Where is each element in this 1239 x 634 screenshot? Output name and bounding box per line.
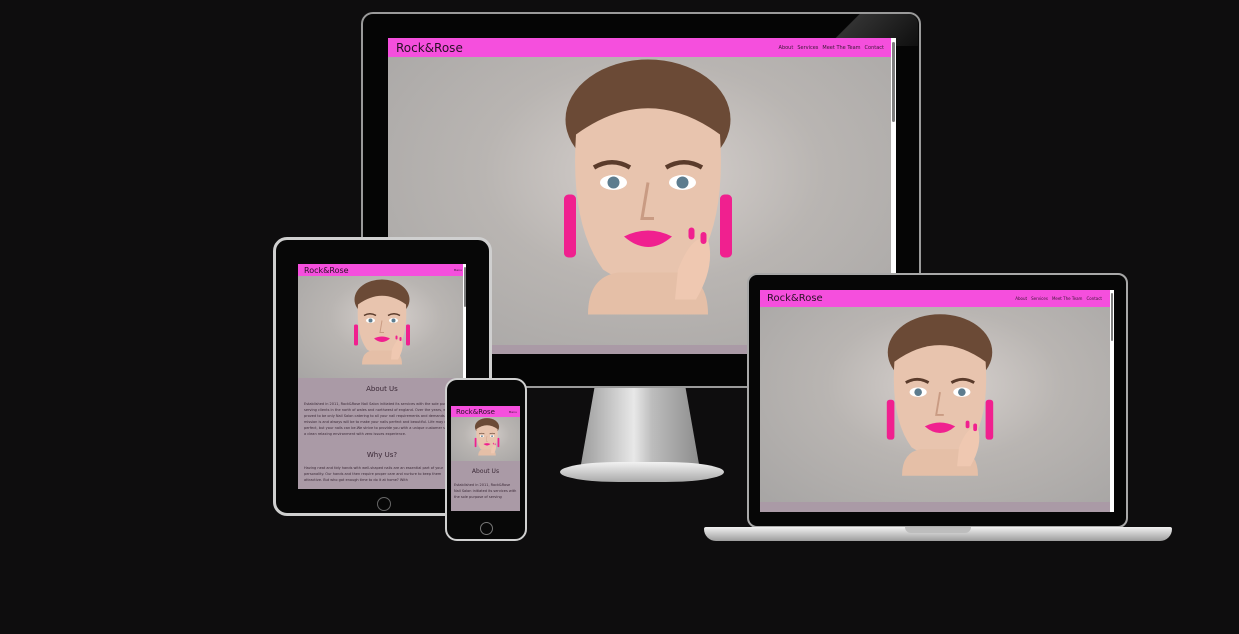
phone-brand-logo[interactable]: Rock&Rose bbox=[456, 408, 495, 416]
tablet-navbar: Rock&Rose Menu bbox=[298, 264, 466, 276]
nav-link-services[interactable]: Services bbox=[797, 45, 818, 51]
monitor-stand-base bbox=[560, 462, 724, 482]
phone-menu-button[interactable]: Menu bbox=[509, 410, 517, 414]
phone-hero-image bbox=[451, 417, 520, 461]
laptop-hero-image bbox=[760, 307, 1114, 502]
laptop-model-face-image bbox=[845, 307, 1035, 502]
laptop-opening-notch bbox=[905, 527, 971, 533]
desktop-navbar: Rock&Rose About Services Meet The Team C… bbox=[388, 38, 896, 57]
laptop-scrollbar[interactable] bbox=[1110, 290, 1114, 512]
monitor-stand-neck bbox=[580, 388, 700, 470]
laptop-nav-about[interactable]: About bbox=[1015, 296, 1027, 301]
tablet-hero-image bbox=[298, 276, 466, 378]
tablet-about-text: Established in 2011, Rock&Rose Nail Salo… bbox=[304, 402, 460, 436]
tablet-brand-logo[interactable]: Rock&Rose bbox=[304, 266, 349, 275]
nav-link-about[interactable]: About bbox=[779, 45, 794, 51]
brand-logo[interactable]: Rock&Rose bbox=[396, 41, 463, 55]
tablet-model-face-image bbox=[332, 276, 432, 378]
laptop-nav-meet-the-team[interactable]: Meet The Team bbox=[1052, 296, 1083, 301]
laptop-nav-contact[interactable]: Contact bbox=[1086, 296, 1102, 301]
phone-home-button bbox=[480, 522, 493, 535]
nav-link-contact[interactable]: Contact bbox=[865, 45, 884, 51]
phone-about-text: Established in 2011, Rock&Rose Nail Salo… bbox=[454, 483, 517, 499]
tablet-why-heading: Why Us? bbox=[366, 451, 398, 459]
laptop-navbar: Rock&Rose About Services Meet The Team C… bbox=[760, 290, 1114, 307]
nav-link-meet-the-team[interactable]: Meet The Team bbox=[822, 45, 860, 51]
laptop-brand-logo[interactable]: Rock&Rose bbox=[767, 293, 823, 304]
tablet-website: Rock&Rose Menu About Us Established in 2… bbox=[298, 264, 466, 489]
tablet-menu-button[interactable]: Menu bbox=[454, 268, 462, 272]
phone-model-face-image bbox=[465, 417, 509, 461]
phone-navbar: Rock&Rose Menu bbox=[451, 406, 520, 417]
laptop-website: Rock&Rose About Services Meet The Team C… bbox=[760, 290, 1114, 512]
tablet-about-heading: About Us bbox=[366, 385, 398, 393]
phone-website: Rock&Rose Menu About Us Established in 2… bbox=[451, 406, 520, 511]
phone-about-heading: About Us bbox=[471, 468, 500, 475]
tablet-home-button bbox=[377, 497, 391, 511]
laptop-nav-services[interactable]: Services bbox=[1031, 296, 1048, 301]
tablet-why-text: Having neat and tidy hands with well-sha… bbox=[304, 466, 444, 482]
